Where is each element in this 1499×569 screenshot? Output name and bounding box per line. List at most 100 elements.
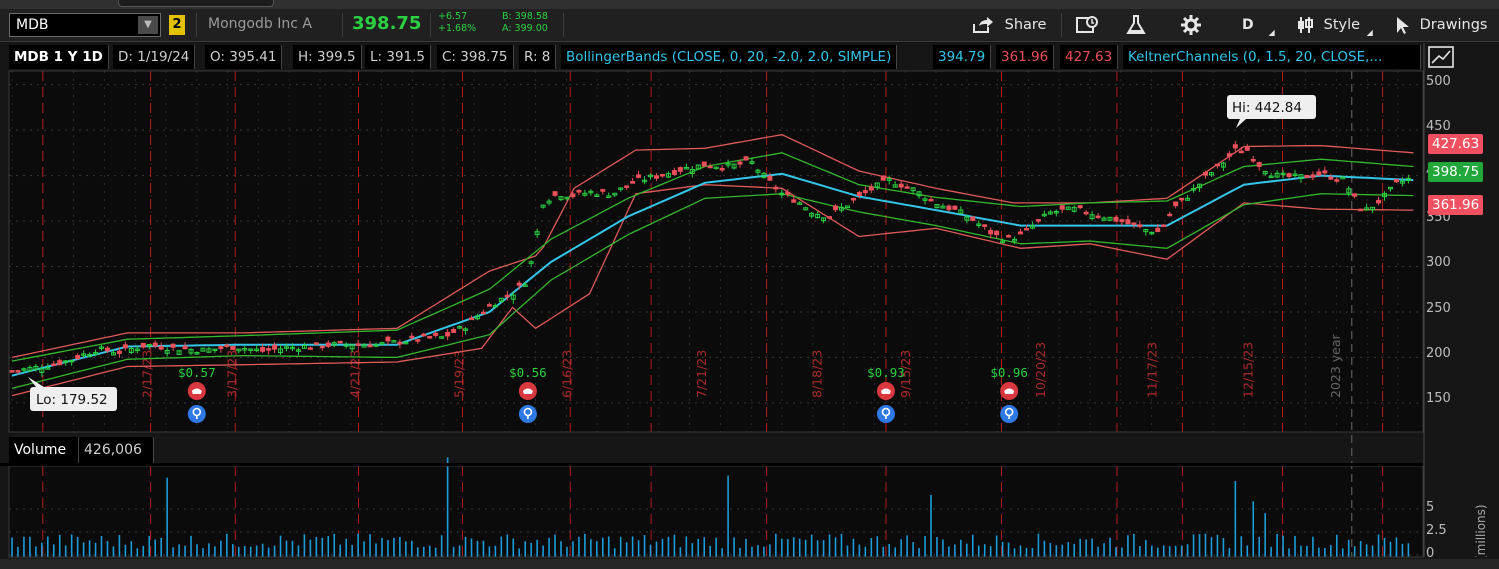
volume-bar: [196, 544, 198, 557]
candle-body: [624, 185, 630, 188]
volume-bar: [458, 545, 461, 557]
volume-bar: [572, 541, 574, 557]
candle-body: [313, 342, 319, 345]
volume-bar: [178, 544, 180, 557]
volume-bar: [279, 535, 282, 557]
volume-bar: [1270, 546, 1272, 557]
legend-bollinger-name[interactable]: BollingerBands (CLOSE, 0, 20, -2.0, 2.0,…: [561, 45, 898, 69]
volume-bar: [476, 540, 479, 557]
volume-bar: [23, 536, 25, 557]
date-label: 10/20/23: [1033, 342, 1048, 398]
expand-chart-icon[interactable]: [1428, 46, 1454, 68]
candle-body: [468, 317, 474, 321]
volume-bar: [285, 540, 288, 557]
candle-body: [743, 156, 749, 161]
volume-bar: [906, 535, 908, 557]
volume-bar: [303, 534, 306, 557]
price-axis[interactable]: 500 450 400 350 300 250 200 150 427.63 3…: [1424, 72, 1499, 432]
volume-bar: [1073, 543, 1076, 557]
volume-bar: [1210, 537, 1213, 557]
volume-bar: [1037, 533, 1040, 557]
volume-bar: [136, 548, 139, 557]
candle-body: [104, 347, 110, 352]
volume-bar: [542, 545, 544, 557]
volume-value: 426,006: [79, 437, 154, 463]
date-label: 12/15/23: [1241, 342, 1256, 398]
candle-body: [1238, 150, 1244, 154]
volume-bar: [1407, 543, 1410, 557]
volume-bar: [822, 540, 825, 557]
volume-bar: [882, 546, 885, 557]
volume-bar: [936, 536, 938, 557]
volume-bar: [1115, 547, 1117, 557]
volume-bar: [1049, 542, 1052, 557]
volume-bar: [828, 534, 831, 557]
volume-bar: [649, 544, 652, 557]
volume-bar: [846, 545, 849, 557]
volume-bar: [154, 539, 157, 557]
candle-body: [600, 189, 606, 192]
volume-bar: [703, 537, 706, 557]
date-label: 7/21/23: [694, 350, 709, 398]
legend-bollinger-lower: 361.96: [996, 45, 1055, 69]
volume-bar: [596, 541, 598, 557]
candle-body: [1256, 162, 1262, 167]
volume-bar: [971, 534, 974, 557]
candle-body: [988, 229, 994, 235]
volume-bar: [446, 457, 449, 557]
legend-keltner-name[interactable]: KeltnerChannels (0, 1.5, 20, CLOSE,...: [1123, 45, 1421, 69]
volume-bar: [1180, 545, 1183, 557]
volume-bar: [900, 539, 902, 557]
candle-body: [737, 161, 743, 165]
volume-bar: [333, 533, 336, 557]
volume-bar: [1198, 534, 1201, 557]
candle-body: [57, 360, 63, 366]
candle-body: [636, 174, 642, 178]
volume-bar: [816, 540, 819, 557]
volume-bar: [613, 548, 616, 557]
candle-body: [1131, 222, 1137, 225]
volume-axis-label: 5: [1426, 500, 1435, 515]
volume-bar: [715, 537, 717, 557]
volume-bar: [637, 540, 640, 557]
volume-bar: [112, 546, 115, 557]
volume-bar: [130, 541, 133, 557]
volume-bar: [1174, 545, 1177, 557]
volume-bar: [226, 533, 228, 557]
volume-bar: [393, 537, 395, 557]
lo-label: Lo: 179.52: [36, 392, 108, 408]
volume-bar: [1353, 546, 1356, 557]
volume-bar: [1103, 543, 1105, 557]
date-label: 11/17/23: [1144, 342, 1159, 398]
price-chart[interactable]: 2/17/23 3/17/23 4/21/23 5/19/23 6/16/23 7/21/…: [0, 0, 1499, 569]
legend-low: L: 391.5: [365, 45, 432, 69]
legend-date: D: 1/19/24: [113, 45, 196, 69]
dividend-label: $0.96: [990, 365, 1028, 380]
volume-bar: [142, 545, 145, 557]
volume-bar: [160, 537, 162, 557]
volume-bar: [578, 536, 580, 557]
volume-bar: [1258, 536, 1261, 557]
volume-bar: [106, 540, 109, 557]
volume-bar: [1234, 480, 1237, 557]
date-label: 8/18/23: [810, 350, 825, 398]
volume-bar: [691, 543, 694, 557]
volume-bar: [1145, 539, 1147, 557]
candle-body: [445, 331, 451, 337]
candle-body: [1214, 163, 1220, 167]
volume-bar: [41, 542, 43, 557]
volume-axis-label: 0: [1426, 546, 1435, 557]
volume-bar: [422, 546, 425, 557]
volume-bar: [751, 546, 753, 557]
volume-bar: [560, 541, 562, 557]
volume-axis[interactable]: 5 2.5 0 (millions): [1424, 466, 1499, 557]
volume-bar: [1288, 548, 1290, 557]
candle-body: [1334, 179, 1340, 182]
volume-bar: [1031, 547, 1034, 557]
candle-body: [75, 354, 81, 360]
candle-body: [1137, 224, 1143, 228]
candle-body: [850, 197, 856, 201]
candle-body: [367, 344, 373, 348]
candle-body: [1095, 215, 1101, 219]
volume-axis-label: 2.5: [1426, 523, 1447, 538]
